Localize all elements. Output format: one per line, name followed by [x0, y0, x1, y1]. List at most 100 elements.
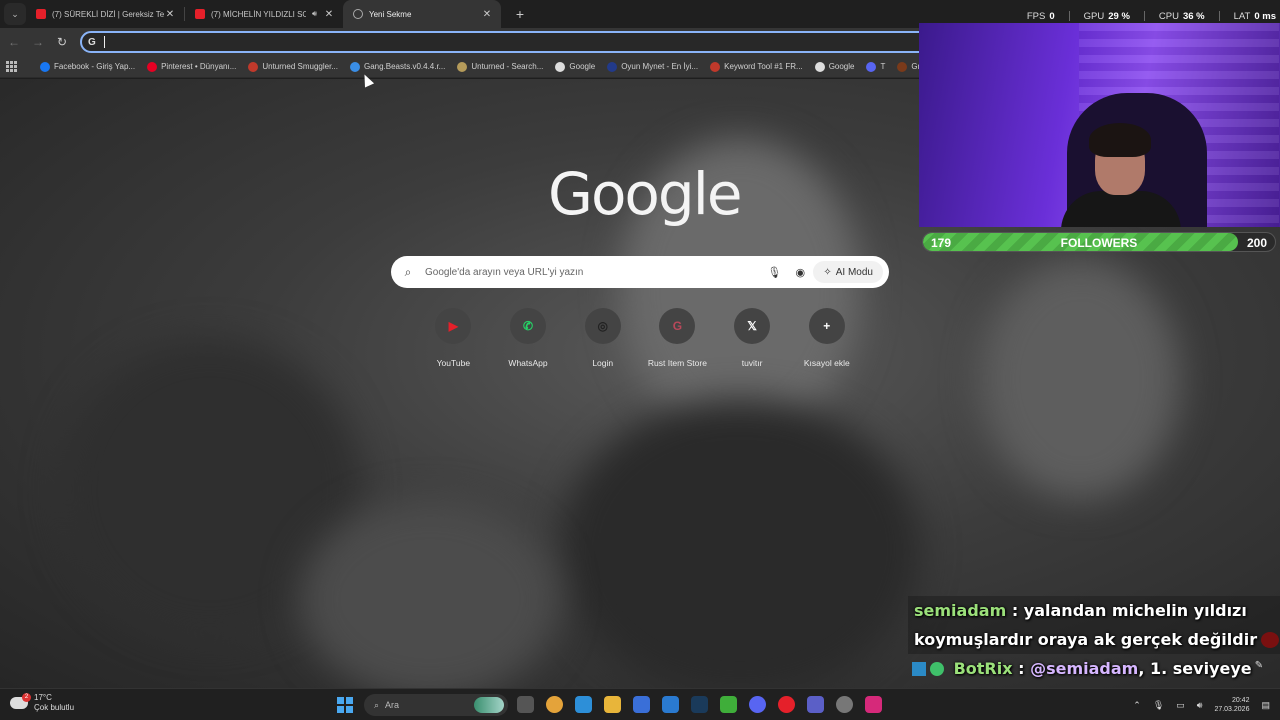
back-button[interactable]: ←: [2, 35, 26, 49]
shortcut-grid: ▶ YouTube ✆ WhatsApp ◎ Login G Rust Item Store 𝕏…: [416, 308, 864, 368]
ntp-search-box[interactable]: ⌕ Google'da arayın veya URL'yi yazın 🎙︎ …: [391, 256, 889, 288]
shortcut-label: YouTube: [436, 358, 471, 368]
notification-icon[interactable]: ▤: [1261, 700, 1270, 711]
shortcut-label: tuvitır: [741, 358, 763, 368]
address-bar[interactable]: G: [80, 31, 960, 53]
file-explorer-icon[interactable]: [604, 696, 621, 713]
taskbar: 2 17°C Çok bulutlu ⌕ Ara ⌃ 🎙︎ ▭ 🔊︎ 20:42…: [0, 688, 1280, 720]
sparkle-search-icon: ✧: [823, 266, 832, 278]
reload-button[interactable]: ↻: [50, 35, 74, 49]
bookmark-item[interactable]: Google: [814, 61, 854, 72]
chat-username: BotRix: [953, 659, 1013, 678]
shortcut-tile[interactable]: G Rust Item Store: [640, 308, 715, 368]
outlook-icon[interactable]: [662, 696, 679, 713]
close-icon[interactable]: ✕: [481, 9, 493, 20]
volume-icon[interactable]: 🔊︎: [1197, 700, 1203, 711]
bookmark-item[interactable]: Oyun Mynet - En İyi...: [607, 61, 699, 72]
clock[interactable]: 20:42 27.03.2026: [1214, 696, 1249, 714]
weather-widget[interactable]: 2 17°C Çok bulutlu: [10, 693, 74, 713]
fps-value: 0: [1049, 10, 1055, 22]
bookmark-label: Google: [569, 62, 596, 71]
follower-goal-label: FOLLOWERS: [1060, 236, 1138, 250]
app-icon[interactable]: [836, 696, 853, 713]
google-icon: [814, 61, 825, 72]
network-icon[interactable]: ▭: [1176, 700, 1185, 711]
emote-icon: [1261, 632, 1280, 648]
bookmark-label: Pinterest • Dünyanı...: [161, 62, 237, 71]
ai-mode-button[interactable]: ✧ AI Modu: [813, 261, 883, 283]
close-icon[interactable]: ✕: [323, 9, 335, 20]
bookmark-item[interactable]: Unturned - Search...: [457, 61, 543, 72]
tab-search-button[interactable]: ⌄: [4, 3, 26, 25]
google-lens-icon[interactable]: ◉: [787, 266, 813, 279]
desktop-icon[interactable]: [575, 696, 592, 713]
minecraft-icon[interactable]: [720, 696, 737, 713]
weather-temperature: 17°C: [34, 693, 52, 702]
tab-0[interactable]: (7) SÜREKLİ DİZİ | Gereksiz Tec... ✕: [26, 0, 184, 28]
shortcut-label: Rust Item Store: [647, 358, 707, 368]
tab-2[interactable]: Yeni Sekme ✕: [343, 0, 501, 28]
latency-stat: LAT 0 ms: [1234, 11, 1276, 22]
shortcut-tile[interactable]: ▶ YouTube: [416, 308, 491, 368]
bookmark-item[interactable]: Unturned Smuggler...: [248, 61, 338, 72]
shortcut-glyph: 𝕏: [747, 319, 757, 333]
tab-title: (7) MİCHELİN YILDIZLI SOK...: [211, 9, 306, 19]
chevron-up-icon[interactable]: ⌃: [1133, 700, 1141, 711]
clock-date: 27.03.2026: [1214, 706, 1250, 713]
forward-button[interactable]: →: [26, 35, 50, 49]
facebook-icon: [40, 61, 50, 72]
discord-icon[interactable]: [749, 696, 766, 713]
microphone-icon[interactable]: 🎙︎: [1153, 700, 1164, 711]
customize-pencil-icon[interactable]: ✎: [1250, 660, 1268, 674]
system-tray: ⌃ 🎙︎ ▭ 🔊︎ 20:42 27.03.2026 ▤: [1133, 689, 1280, 720]
bookmark-item[interactable]: Gang.Beasts.v0.4.4.r...: [349, 61, 445, 72]
verified-badge-icon: [930, 662, 944, 676]
cpu-label: CPU: [1158, 10, 1179, 22]
x-icon: 𝕏: [734, 308, 771, 344]
gpu-stat: GPU 29 %: [1084, 11, 1130, 22]
apps-grid-icon[interactable]: [6, 61, 28, 72]
shortcut-tile[interactable]: ◎ Login: [565, 308, 640, 368]
t-icon: [866, 61, 877, 72]
google-logo: Google: [548, 160, 743, 228]
fps-stat: FPS 0: [1027, 11, 1055, 22]
bookmark-item[interactable]: Keyword Tool #1 FR...: [710, 61, 803, 72]
taskbar-search[interactable]: ⌕ Ara: [364, 694, 508, 716]
divider: [1143, 11, 1145, 21]
chat-mention: @semiadam: [1030, 659, 1139, 678]
steam-icon[interactable]: [691, 696, 708, 713]
tab-title: (7) SÜREKLİ DİZİ | Gereksiz Tec...: [52, 9, 164, 19]
new-tab-button[interactable]: +: [509, 6, 531, 22]
task-view-icon[interactable]: [517, 696, 534, 713]
bookmark-item[interactable]: Google: [555, 61, 596, 72]
bookmark-label: Keyword Tool #1 FR...: [724, 62, 803, 71]
bookmark-item[interactable]: Pinterest • Dünyanı...: [147, 61, 237, 72]
weather-condition: Çok bulutlu: [34, 703, 75, 712]
login-icon: ◎: [584, 308, 621, 344]
chat-separator: :: [1012, 659, 1031, 678]
bookmark-item[interactable]: Facebook - Giriş Yap...: [40, 61, 135, 72]
notification-badge: 2: [22, 693, 31, 702]
speaker-icon[interactable]: 🔊︎: [312, 9, 317, 19]
windows-start-icon[interactable]: [337, 697, 353, 713]
tab-1[interactable]: (7) MİCHELİN YILDIZLI SOK... 🔊︎ ✕: [185, 0, 343, 28]
shortcut-tile[interactable]: + Kısayol ekle: [789, 308, 864, 368]
media-player-icon[interactable]: [778, 696, 795, 713]
bookmark-label: Oyun Mynet - En İyi...: [621, 62, 699, 71]
shortcut-glyph: ◎: [597, 319, 608, 333]
keyword-tool-icon: [710, 61, 721, 72]
chat-username: semiadam: [914, 601, 1007, 620]
chrome-icon[interactable]: [546, 696, 563, 713]
shortcut-tile[interactable]: ✆ WhatsApp: [491, 308, 566, 368]
bookmark-item[interactable]: T: [866, 61, 885, 72]
shortcut-glyph: G: [672, 319, 683, 333]
microphone-icon[interactable]: 🎙︎: [761, 266, 787, 279]
gpu-label: GPU: [1083, 10, 1105, 22]
store-icon[interactable]: [633, 696, 650, 713]
mynet-icon: [607, 61, 618, 72]
youtube-icon: [195, 9, 205, 19]
shortcut-tile[interactable]: 𝕏tuvitır: [715, 308, 790, 368]
teams-icon[interactable]: [807, 696, 824, 713]
close-icon[interactable]: ✕: [164, 9, 176, 20]
instagram-icon[interactable]: [865, 696, 882, 713]
